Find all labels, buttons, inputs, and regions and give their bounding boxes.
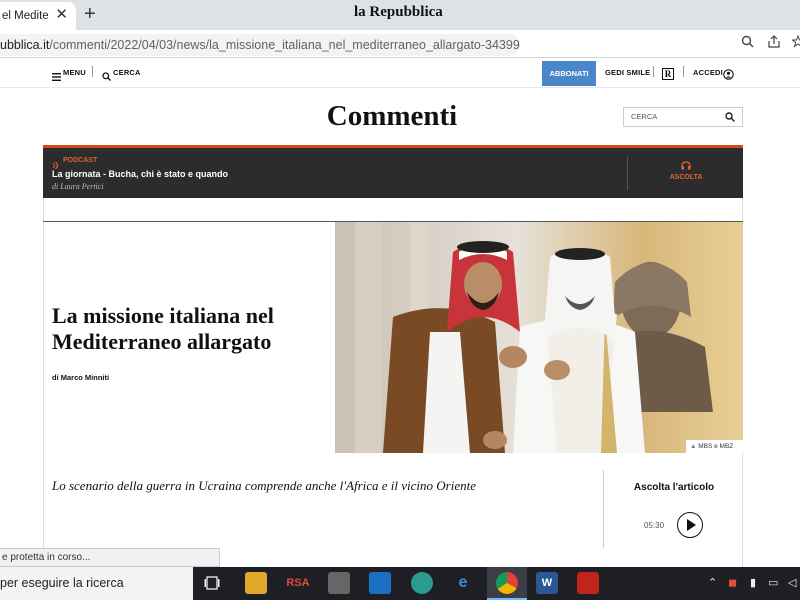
address-bar: ubblica.it/commenti/2022/04/03/news/la_m… xyxy=(0,30,800,58)
podcast-banner[interactable]: PODCAST La giornata - Bucha, chi è stato… xyxy=(43,145,743,198)
edge-icon[interactable] xyxy=(411,572,433,594)
word-icon[interactable]: W xyxy=(536,572,558,594)
article-photo[interactable] xyxy=(335,222,743,453)
bookmark-star-icon[interactable] xyxy=(791,34,800,51)
outlook-icon[interactable] xyxy=(369,572,391,594)
tray-app-icon[interactable]: ◼ xyxy=(728,576,737,589)
menu-button[interactable]: MENU xyxy=(63,68,86,77)
summary-divider xyxy=(603,470,604,548)
internet-explorer-icon[interactable]: e xyxy=(452,572,474,594)
podcast-tag: PODCAST xyxy=(63,157,98,164)
search-placeholder: CERCA xyxy=(631,112,658,121)
menu-icon[interactable] xyxy=(52,68,61,86)
new-tab-button[interactable]: + xyxy=(84,3,96,25)
windows-taskbar: per eseguire la ricerca RSA e W ⌃ ◼ ▮ ▭ … xyxy=(0,567,800,600)
photo-caption: ▲ MBS e MBZ xyxy=(686,440,743,453)
tray-chevron-icon[interactable]: ⌃ xyxy=(708,576,717,589)
login-link[interactable]: ACCEDI xyxy=(693,68,723,77)
rsa-icon[interactable]: RSA xyxy=(283,572,313,594)
zoom-icon[interactable] xyxy=(741,35,754,51)
url-path: /commenti/2022/04/03/news/la_missione_it… xyxy=(49,38,520,52)
app-icon[interactable] xyxy=(328,572,350,594)
acrobat-icon[interactable] xyxy=(577,572,599,594)
gedi-smile-link[interactable]: GEDI SMILE xyxy=(605,68,650,77)
browser-tab[interactable]: el Mediterr ✕ xyxy=(0,2,76,30)
listen-article-title: Ascolta l'articolo xyxy=(633,482,715,493)
r-badge-icon[interactable]: R xyxy=(662,68,674,80)
header-divider xyxy=(92,66,93,77)
header-divider xyxy=(653,66,654,77)
tab-title: el Mediterr xyxy=(2,10,48,22)
headphones-icon xyxy=(653,161,719,172)
audio-duration: 05:30 xyxy=(644,521,665,530)
file-explorer-icon[interactable] xyxy=(245,572,267,594)
share-icon[interactable] xyxy=(767,35,781,51)
article-summary: Lo scenario della guerra in Ucraina comp… xyxy=(52,478,476,493)
battery-icon[interactable]: ▭ xyxy=(768,576,778,589)
repubblica-logo[interactable]: la Repubblica xyxy=(354,4,443,21)
podcast-divider xyxy=(627,156,628,190)
podcast-author: di Laura Pertici xyxy=(52,182,104,191)
article-headline[interactable]: La missione italiana nel Mediterraneo al… xyxy=(52,303,322,355)
user-icon[interactable] xyxy=(723,67,734,85)
chrome-icon[interactable] xyxy=(496,572,518,594)
task-view-icon[interactable] xyxy=(204,575,220,596)
search-input[interactable]: CERCA xyxy=(623,107,743,127)
podcast-listen-button[interactable]: ASCOLTA xyxy=(653,161,719,181)
volume-icon[interactable]: ◁ xyxy=(788,576,796,589)
play-button[interactable] xyxy=(677,512,703,538)
search-link[interactable]: CERCA xyxy=(113,68,141,77)
url-host: ubblica.it xyxy=(0,38,50,52)
podcast-title[interactable]: La giornata - Bucha, chi è stato e quand… xyxy=(52,169,228,179)
subscribe-button[interactable]: ABBONATI xyxy=(542,61,596,86)
podcast-listen-label: ASCOLTA xyxy=(669,174,703,181)
taskbar-search[interactable]: per eseguire la ricerca xyxy=(0,567,193,600)
article-byline: di Marco Minniti xyxy=(52,373,110,382)
search-icon[interactable] xyxy=(102,68,111,86)
status-bar: e protetta in corso... xyxy=(0,548,220,567)
close-tab-icon[interactable]: ✕ xyxy=(55,7,68,23)
header-divider xyxy=(683,66,684,77)
search-icon[interactable] xyxy=(725,108,735,128)
usb-icon[interactable]: ▮ xyxy=(750,576,756,589)
url-field[interactable]: ubblica.it/commenti/2022/04/03/news/la_m… xyxy=(0,34,520,56)
caption-arrow-icon: ▲ xyxy=(690,443,697,450)
photo-caption-text: MBS e MBZ xyxy=(698,443,734,450)
